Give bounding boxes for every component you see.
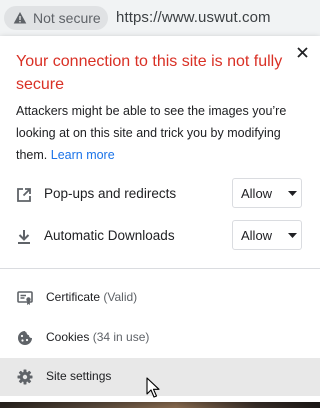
select-value: Allow (241, 186, 273, 201)
page-info-bubble: Your connection to this site is not full… (0, 36, 320, 402)
popups-permission-select[interactable]: Allow (232, 178, 302, 208)
download-icon (18, 230, 30, 244)
open-in-new-icon (17, 188, 31, 202)
certificate-row[interactable]: Certificate (Valid) (0, 279, 320, 317)
security-chip[interactable]: Not secure (4, 6, 108, 30)
divider (0, 268, 320, 269)
security-description: Attackers might be able to see the image… (16, 100, 306, 166)
mouse-pointer-icon (146, 377, 160, 398)
permission-label: Pop-ups and redirects (44, 186, 177, 201)
cookies-label: Cookies (34 in use) (46, 330, 149, 344)
security-headline: Your connection to this site is not full… (16, 53, 283, 93)
certificate-status: (Valid) (103, 290, 138, 304)
cookie-icon (18, 331, 32, 345)
learn-more-link[interactable]: Learn more (51, 148, 115, 162)
security-chip-label: Not secure (33, 10, 101, 26)
url-text[interactable]: https://www.uswut.com (116, 9, 271, 26)
cookies-count: (34 in use) (92, 330, 150, 344)
permission-row-popups: Pop-ups and redirects Allow (0, 177, 320, 211)
permission-label: Automatic Downloads (44, 228, 175, 243)
certificate-icon (17, 291, 33, 305)
site-settings-label: Site settings (46, 369, 112, 383)
downloads-permission-select[interactable]: Allow (232, 220, 302, 250)
close-icon (297, 47, 308, 58)
omnibox: Not secure https://www.uswut.com (0, 0, 320, 36)
select-value: Allow (241, 228, 273, 243)
chevron-down-icon (288, 233, 297, 238)
cookies-row[interactable]: Cookies (34 in use) (0, 319, 320, 357)
permission-row-downloads: Automatic Downloads Allow (0, 219, 320, 253)
cookies-text: Cookies (46, 330, 90, 344)
gear-icon (17, 369, 33, 385)
close-button[interactable] (292, 42, 314, 64)
warning-triangle-icon (13, 12, 27, 24)
chevron-down-icon (288, 191, 297, 196)
certificate-text: Certificate (46, 290, 101, 304)
site-settings-row[interactable]: Site settings (0, 358, 320, 396)
certificate-label: Certificate (Valid) (46, 290, 137, 304)
